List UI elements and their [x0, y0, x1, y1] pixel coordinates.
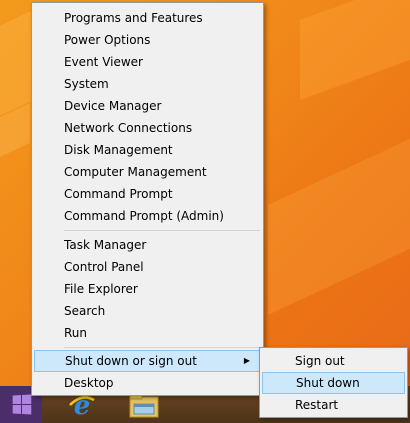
- menu-item-command-prompt[interactable]: Command Prompt: [34, 183, 261, 205]
- menu-separator: [64, 347, 260, 348]
- menu-item-programs-and-features[interactable]: Programs and Features: [34, 7, 261, 29]
- menu-item-device-manager[interactable]: Device Manager: [34, 95, 261, 117]
- menu-item-task-manager[interactable]: Task Manager: [34, 234, 261, 256]
- desktop-decoration: [268, 135, 410, 315]
- windows-logo-icon: [12, 394, 31, 415]
- shutdown-submenu: Sign out Shut down Restart: [259, 347, 408, 418]
- menu-item-system[interactable]: System: [34, 73, 261, 95]
- desktop-decoration: [300, 0, 410, 101]
- menu-item-label: Shut down or sign out: [65, 354, 197, 368]
- submenu-item-sign-out[interactable]: Sign out: [262, 350, 405, 372]
- menu-item-desktop[interactable]: Desktop: [34, 372, 261, 394]
- menu-item-control-panel[interactable]: Control Panel: [34, 256, 261, 278]
- menu-item-computer-management[interactable]: Computer Management: [34, 161, 261, 183]
- menu-item-shut-down-or-sign-out[interactable]: Shut down or sign out ▶: [34, 350, 261, 372]
- menu-item-search[interactable]: Search: [34, 300, 261, 322]
- submenu-item-shut-down[interactable]: Shut down: [262, 372, 405, 394]
- menu-item-run[interactable]: Run: [34, 322, 261, 344]
- menu-item-network-connections[interactable]: Network Connections: [34, 117, 261, 139]
- submenu-arrow-icon: ▶: [243, 356, 250, 365]
- menu-separator: [64, 230, 260, 231]
- menu-item-file-explorer[interactable]: File Explorer: [34, 278, 261, 300]
- menu-item-event-viewer[interactable]: Event Viewer: [34, 51, 261, 73]
- menu-item-command-prompt-admin[interactable]: Command Prompt (Admin): [34, 205, 261, 227]
- menu-item-power-options[interactable]: Power Options: [34, 29, 261, 51]
- menu-item-disk-management[interactable]: Disk Management: [34, 139, 261, 161]
- submenu-item-restart[interactable]: Restart: [262, 394, 405, 416]
- power-user-menu: Programs and Features Power Options Even…: [31, 2, 264, 396]
